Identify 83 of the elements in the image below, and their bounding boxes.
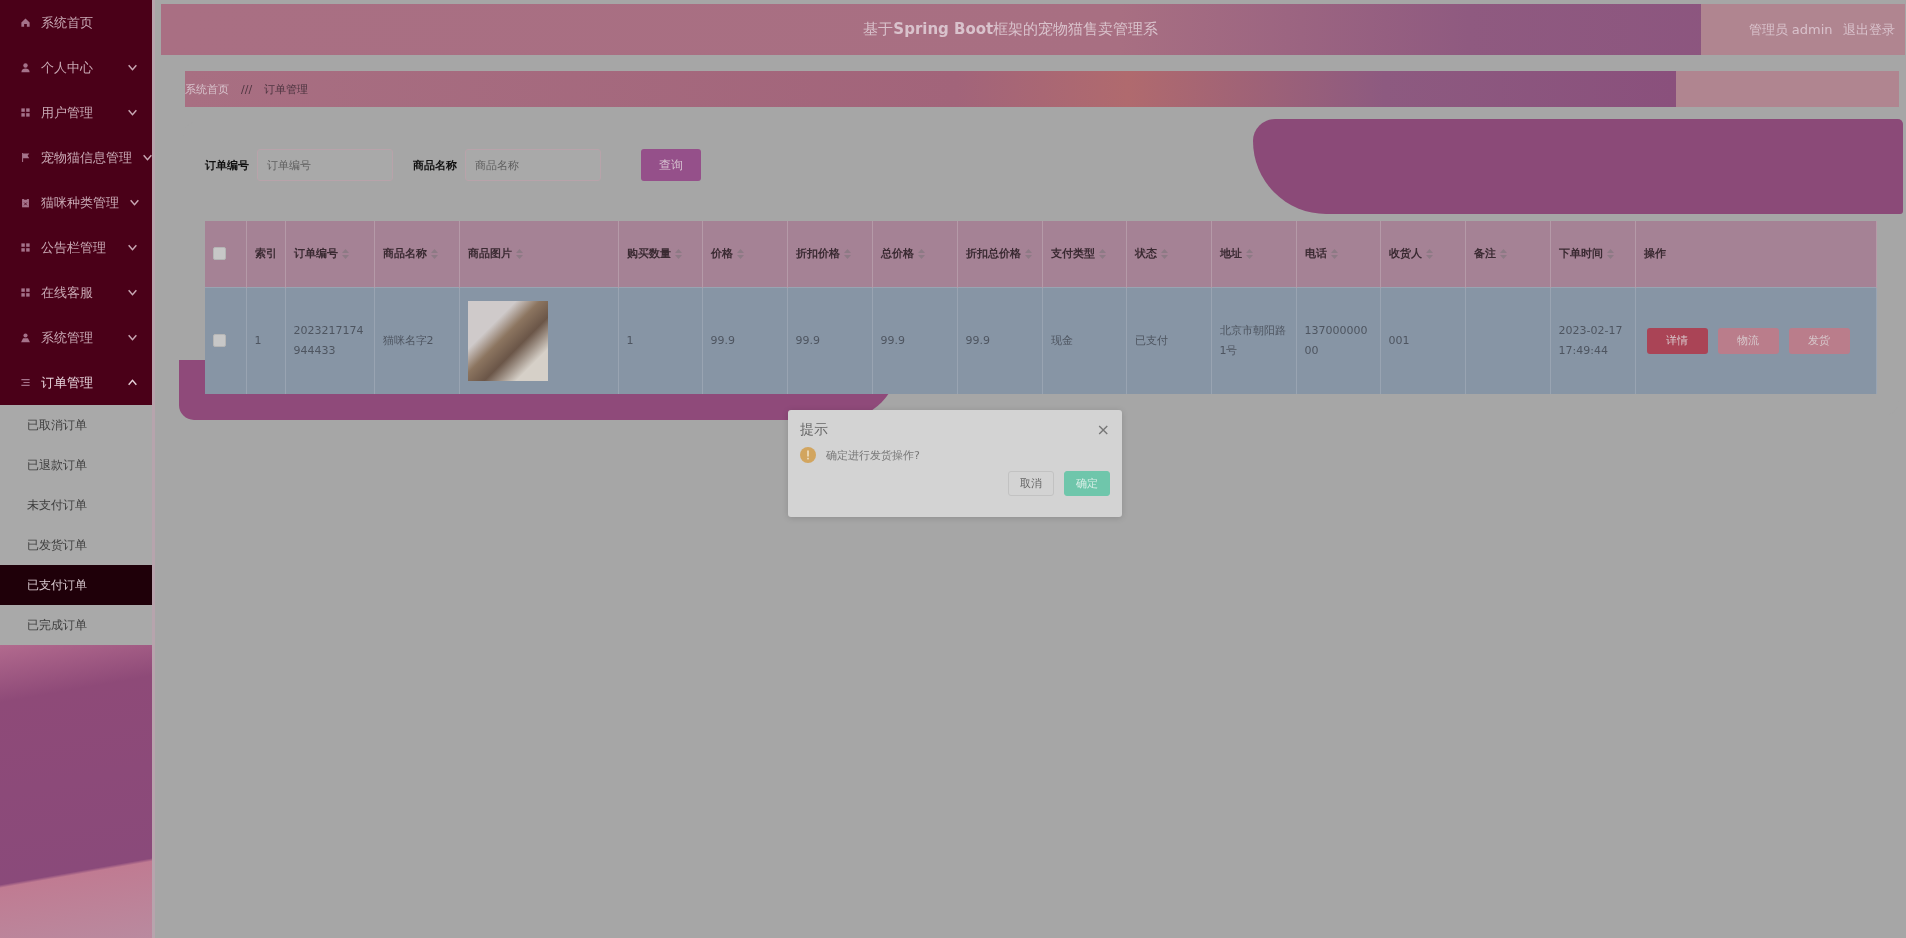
sidebar-menu-item[interactable]: 系统管理 (0, 315, 152, 360)
breadcrumb-item[interactable]: 系统首页 (185, 81, 229, 97)
grid-icon (20, 287, 31, 298)
user-icon (20, 332, 31, 343)
sidebar-menu-item[interactable]: 公告栏管理 (0, 225, 152, 270)
column-header: 索引 (254, 246, 277, 260)
sidebar-menu-item[interactable]: 宠物猫信息管理 (0, 135, 152, 180)
dialog-title: 提示 (800, 420, 828, 439)
sort-icon[interactable] (1098, 248, 1106, 259)
sidebar-menu-item[interactable]: 用户管理 (0, 90, 152, 135)
user-icon (20, 62, 31, 73)
column-header[interactable]: 总价格 (880, 246, 914, 260)
sort-icon[interactable] (341, 248, 349, 259)
column-header[interactable]: 备注 (1473, 246, 1496, 260)
column-header[interactable]: 地址 (1219, 246, 1242, 260)
column-header[interactable]: 购买数量 (626, 246, 671, 260)
table-cell: 001 (1388, 333, 1410, 347)
column-header[interactable]: 商品图片 (467, 246, 512, 260)
cancel-button[interactable]: 取消 (1008, 471, 1054, 496)
table-cell: 已支付 (1134, 333, 1168, 347)
sort-icon[interactable] (1425, 248, 1433, 259)
sort-icon[interactable] (1330, 248, 1338, 259)
column-header[interactable]: 下单时间 (1558, 246, 1603, 260)
sort-icon[interactable] (736, 248, 744, 259)
column-header[interactable]: 电话 (1304, 246, 1327, 260)
table-cell: 1 (254, 333, 262, 347)
table-cell: 2023-02-17 17:49:44 (1558, 323, 1623, 357)
sort-icon[interactable] (917, 248, 925, 259)
breadcrumb-separator: /// (241, 82, 253, 96)
sort-icon[interactable] (430, 248, 438, 259)
table-cell: 99.9 (795, 333, 820, 347)
action-button[interactable]: 发货 (1788, 327, 1850, 354)
sort-icon[interactable] (1499, 248, 1507, 259)
action-button[interactable]: 物流 (1717, 327, 1779, 354)
search-field[interactable]: 订单编号 (257, 149, 393, 181)
filter-label: 订单编号 (205, 157, 249, 173)
action-button[interactable]: 详情 (1646, 327, 1708, 354)
sidebar-menu-item[interactable]: 系统首页 (0, 0, 152, 45)
sidebar-menu-item[interactable]: 个人中心 (0, 45, 152, 90)
table-cell: 2023217174944433 (293, 323, 364, 357)
column-header[interactable]: 折扣总价格 (965, 246, 1021, 260)
sort-icon[interactable] (843, 248, 851, 259)
flag-icon (20, 152, 31, 163)
table-cell: 99.9 (965, 333, 990, 347)
clipboard-icon (20, 197, 31, 208)
sort-icon[interactable] (1024, 248, 1032, 259)
search-field[interactable]: 商品名称 (465, 149, 601, 181)
filter-label: 商品名称 (413, 157, 457, 173)
breadcrumb-item: 订单管理 (264, 81, 309, 97)
list-icon (20, 377, 31, 388)
sort-icon[interactable] (1160, 248, 1168, 259)
grid-icon (20, 242, 31, 253)
column-header: 操作 (1643, 246, 1666, 260)
grid-icon (20, 107, 31, 118)
query-button[interactable]: 查询 (641, 149, 701, 181)
table-cell: 1 (626, 333, 634, 347)
table-cell: 猫咪名字2 (382, 333, 434, 347)
row-checkbox[interactable] (213, 334, 226, 347)
column-header[interactable]: 支付类型 (1050, 246, 1095, 260)
column-header[interactable]: 折扣价格 (795, 246, 840, 260)
sort-icon[interactable] (1606, 248, 1614, 259)
column-header[interactable]: 收货人 (1388, 246, 1422, 260)
table-cell: 99.9 (710, 333, 735, 347)
system-title: 基于Spring Boot框架的宠物猫售卖管理系 (862, 20, 1160, 39)
submenu-item[interactable]: 已支付订单 (0, 565, 152, 605)
sort-icon[interactable] (515, 248, 523, 259)
close-button[interactable]: × (1096, 420, 1110, 439)
sidebar-menu-item[interactable]: 订单管理 (0, 360, 152, 405)
dialog-message: 确定进行发货操作? (826, 447, 920, 463)
column-header[interactable]: 价格 (710, 246, 733, 260)
home-icon (20, 17, 31, 28)
sort-icon[interactable] (1245, 248, 1253, 259)
warning-icon (800, 447, 816, 463)
table-cell: 现金 (1050, 333, 1073, 347)
sort-icon[interactable] (674, 248, 682, 259)
column-header[interactable]: 状态 (1134, 246, 1157, 260)
table-cell: 13700000000 (1304, 323, 1368, 357)
table-cell: 99.9 (880, 333, 905, 347)
select-all-checkbox[interactable] (213, 247, 226, 261)
sidebar-menu-item[interactable]: 猫咪种类管理 (0, 180, 152, 225)
column-header[interactable]: 订单编号 (293, 246, 338, 260)
sidebar-menu-item[interactable]: 在线客服 (0, 270, 152, 315)
column-header[interactable]: 商品名称 (382, 246, 427, 260)
